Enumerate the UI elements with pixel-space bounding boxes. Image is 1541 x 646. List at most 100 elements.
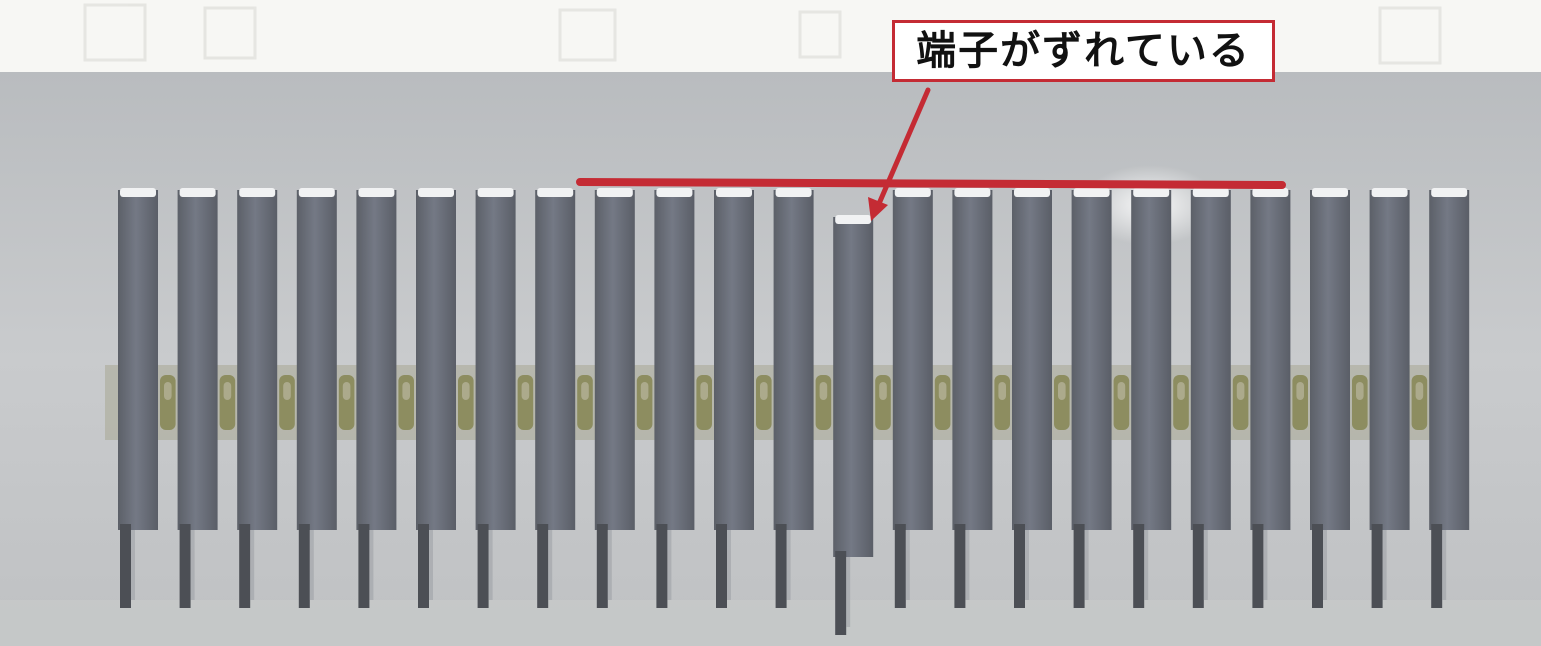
solder-highlight	[640, 382, 649, 400]
pin-lead-shadow	[1382, 530, 1387, 600]
pin-lead	[596, 524, 608, 608]
pin-body	[714, 190, 754, 530]
pin-lead-shadow	[667, 530, 672, 600]
solder-highlight	[760, 382, 768, 400]
pin-lead	[1252, 524, 1264, 608]
solder-highlight	[1296, 382, 1304, 400]
solder-highlight	[1177, 382, 1185, 400]
pin-lead-shadow	[369, 530, 374, 600]
pin-top-cap	[239, 188, 276, 197]
solder-highlight	[700, 382, 708, 400]
pin-body	[654, 190, 695, 530]
board-background	[0, 72, 1541, 646]
pin-top-cap	[537, 188, 574, 197]
solder-highlight	[938, 382, 947, 400]
solder-highlight	[1356, 382, 1364, 400]
pin-body	[594, 190, 635, 530]
solder-highlight	[1236, 382, 1245, 400]
pin-top-cap	[1252, 188, 1289, 197]
pin-body	[892, 190, 933, 530]
pin-top-cap	[835, 215, 872, 224]
solder-highlight	[879, 382, 887, 400]
pin-lead	[1133, 524, 1145, 608]
pin-body	[952, 190, 993, 530]
pin-lead-shadow	[1263, 530, 1268, 600]
pin-top-cap	[596, 188, 633, 197]
pin-lead-shadow	[1203, 530, 1208, 600]
pin-body	[296, 190, 337, 530]
pin-top-cap	[716, 188, 752, 197]
reference-line	[576, 178, 1286, 189]
pin-lead-shadow	[1144, 530, 1149, 600]
pin-lead-shadow	[429, 530, 433, 600]
solder-highlight	[223, 382, 232, 400]
solder-highlight	[164, 382, 172, 400]
pin-lead	[418, 524, 429, 608]
solder-highlight	[283, 382, 291, 400]
pin-top-cap	[1133, 188, 1170, 197]
pin-lead-shadow	[607, 530, 612, 600]
board-bottom-shade	[0, 600, 1541, 646]
pin-lead	[894, 524, 906, 608]
annotation-label: 端子がずれている	[916, 28, 1251, 74]
pin-top-cap	[298, 188, 335, 197]
solder-highlight	[1415, 382, 1424, 400]
pin-lead	[298, 524, 310, 608]
pin-top-cap	[775, 188, 812, 197]
pin-top-cap	[1371, 188, 1408, 197]
pin-body	[535, 190, 576, 530]
connector-photo-svg	[0, 0, 1541, 646]
solder-highlight	[1058, 382, 1066, 400]
pin-top-cap	[358, 188, 395, 197]
pin-top-cap	[120, 188, 156, 197]
pin-top-cap	[418, 188, 454, 197]
pin-lead-shadow	[1442, 530, 1447, 600]
pin-body	[1250, 190, 1291, 530]
solder-highlight	[342, 382, 351, 400]
pin-lead	[1312, 524, 1323, 608]
solder-highlight	[998, 382, 1006, 400]
pin-body	[1012, 190, 1052, 530]
pin-lead-shadow	[786, 530, 791, 600]
paper-background	[0, 0, 1541, 80]
pin-lead-shadow	[846, 557, 851, 627]
pin-lead	[1192, 524, 1204, 608]
pin-lead	[537, 524, 549, 608]
pin-lead	[179, 524, 191, 608]
pin-top-cap	[1073, 188, 1110, 197]
pin-body	[1429, 190, 1470, 530]
pin-top-cap	[1431, 188, 1468, 197]
solder-highlight	[402, 382, 410, 400]
pin-lead	[1371, 524, 1383, 608]
inspection-photo: 端子がずれている	[0, 0, 1541, 646]
pin-top-cap	[1192, 188, 1229, 197]
pin-lead-shadow	[727, 530, 731, 600]
solder-highlight	[581, 382, 589, 400]
pin-lead-shadow	[131, 530, 135, 600]
pin-lead	[1431, 524, 1443, 608]
pin-lead-shadow	[190, 530, 195, 600]
pin-top-cap	[894, 188, 931, 197]
pin-top-cap	[477, 188, 514, 197]
solder-highlight	[521, 382, 530, 400]
annotation-callout: 端子がずれている	[892, 20, 1275, 82]
pin-body	[177, 190, 218, 530]
pin-lead-shadow	[1025, 530, 1029, 600]
pin-top-cap	[1014, 188, 1050, 197]
pin-lead	[1014, 524, 1025, 608]
solder-highlight	[819, 382, 828, 400]
pin-lead-shadow	[309, 530, 314, 600]
pin-lead-shadow	[250, 530, 255, 600]
pin-body	[1369, 190, 1410, 530]
pin-lead	[656, 524, 668, 608]
solder-highlight	[462, 382, 470, 400]
pin-body	[1310, 190, 1350, 530]
pin-body	[773, 190, 814, 530]
pin-lead	[835, 551, 847, 635]
pin-lead-shadow	[1323, 530, 1327, 600]
pin-top-cap	[1312, 188, 1348, 197]
pin-body	[416, 190, 456, 530]
pin-lead-shadow	[965, 530, 970, 600]
pin-lead-shadow	[905, 530, 910, 600]
pin-lead	[954, 524, 966, 608]
